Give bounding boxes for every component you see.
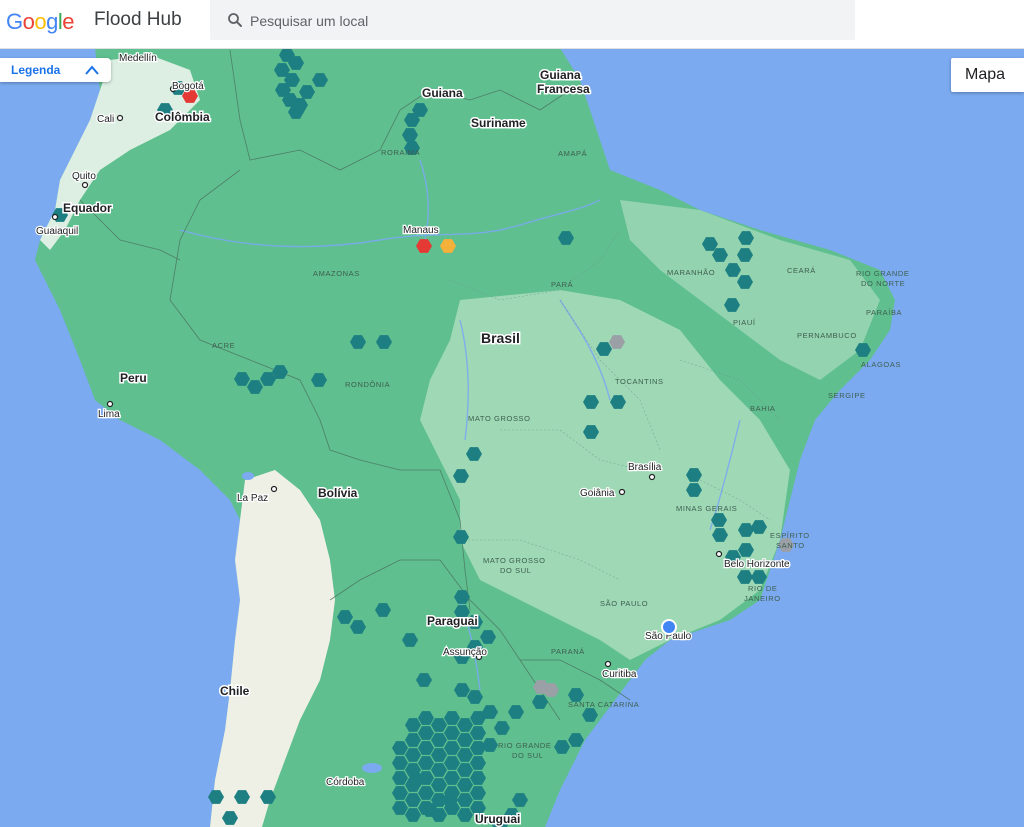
label-state-rs-1: RIO GRANDE xyxy=(498,741,552,750)
label-state-rn-2: DO NORTE xyxy=(861,279,905,288)
label-cordoba: Córdoba xyxy=(326,777,365,788)
google-logo[interactable]: Google xyxy=(6,9,75,35)
label-guaiaquil: Guaiaquil xyxy=(36,226,78,237)
logo-letter: g xyxy=(46,9,58,34)
label-state-amapa: AMAPÁ xyxy=(558,149,587,158)
search-box[interactable] xyxy=(210,0,855,40)
label-state-bahia: BAHIA xyxy=(750,404,776,413)
label-state-sergipe: SERGIPE xyxy=(828,391,866,400)
label-lima: Lima xyxy=(98,409,120,420)
label-state-paraiba: PARAÍBA xyxy=(866,308,902,317)
label-state-mato-grosso: MATO GROSSO xyxy=(468,414,531,423)
chevron-up-icon xyxy=(85,65,99,75)
label-quito: Quito xyxy=(72,171,96,182)
label-assuncao: Assunção xyxy=(443,647,487,658)
label-bolivia: Bolívia xyxy=(318,486,358,500)
label-colombia: Colômbia xyxy=(155,110,210,124)
label-cali: Cali xyxy=(97,114,114,125)
label-state-espirito-1: ESPÍRITO xyxy=(770,531,810,540)
label-state-alagoas: ALAGOAS xyxy=(861,360,901,369)
legend-label: Legenda xyxy=(11,63,61,77)
product-title: Flood Hub xyxy=(94,9,182,30)
label-la-paz: La Paz xyxy=(237,493,268,504)
label-state-rj-1: RIO DE xyxy=(748,584,777,593)
lake xyxy=(362,763,382,773)
top-bar: Google Flood Hub xyxy=(0,0,1024,49)
current-location-dot[interactable] xyxy=(661,619,677,635)
search-input[interactable] xyxy=(248,8,832,34)
label-guiana-francesa: Guiana xyxy=(540,68,581,82)
label-state-tocantins: TOCANTINS xyxy=(615,377,664,386)
label-suriname: Suriname xyxy=(471,116,526,130)
map-type-label: Mapa xyxy=(965,66,1006,83)
map-canvas[interactable]: Guiana Francesa Guiana Suriname Colômbia… xyxy=(0,48,1024,827)
label-state-rn-1: RIO GRANDE xyxy=(856,269,910,278)
label-brasil: Brasil xyxy=(481,330,520,346)
label-state-parana: PARANÁ xyxy=(551,647,585,656)
label-curitiba: Curitiba xyxy=(602,669,637,680)
label-state-minas-gerais: MINAS GERAIS xyxy=(676,504,737,513)
logo-letter: e xyxy=(62,9,75,34)
label-belo-horizonte: Belo Horizonte xyxy=(724,559,790,570)
label-goiania: Goiânia xyxy=(580,488,615,499)
label-paraguai: Paraguai xyxy=(427,614,478,628)
label-uruguai: Uruguai xyxy=(475,812,520,826)
label-state-acre: ACRE xyxy=(212,341,235,350)
flood-map[interactable]: Guiana Francesa Guiana Suriname Colômbia… xyxy=(0,48,1024,827)
label-state-rs-2: DO SUL xyxy=(512,751,544,760)
label-state-piaui: PIAUÍ xyxy=(733,318,756,327)
label-manaus: Manaus xyxy=(403,225,439,236)
legend-toggle-button[interactable]: Legenda xyxy=(0,58,111,82)
label-medellin: Medellín xyxy=(119,53,157,64)
label-guiana-francesa-2: Francesa xyxy=(537,82,590,96)
label-brasilia: Brasília xyxy=(628,462,662,473)
label-state-roraima: RORAIMA xyxy=(381,148,420,157)
search-icon xyxy=(228,13,242,27)
label-state-rondonia: RONDÔNIA xyxy=(345,380,390,389)
logo-letter: o xyxy=(34,9,47,34)
logo-letter: G xyxy=(6,9,23,34)
label-state-maranhao: MARANHÃO xyxy=(667,268,715,277)
label-state-pernambuco: PERNAMBUCO xyxy=(797,331,857,340)
label-state-sao-paulo: SÃO PAULO xyxy=(600,599,648,608)
label-state-ms-1: MATO GROSSO xyxy=(483,556,546,565)
label-state-ms-2: DO SUL xyxy=(500,566,532,575)
label-equador: Equador xyxy=(63,201,112,215)
label-state-ceara: CEARÁ xyxy=(787,266,816,275)
label-guiana: Guiana xyxy=(422,86,463,100)
label-state-rj-2: JANEIRO xyxy=(744,594,781,603)
label-state-amazonas: AMAZONAS xyxy=(313,269,360,278)
lake-titicaca xyxy=(242,472,254,480)
label-state-santa-catarina: SANTA CATARINA xyxy=(568,700,639,709)
logo-letter: o xyxy=(22,9,35,34)
map-type-button[interactable]: Mapa xyxy=(951,58,1024,92)
label-chile: Chile xyxy=(220,684,250,698)
label-state-para: PARÁ xyxy=(551,280,573,289)
label-state-espirito-2: SANTO xyxy=(776,541,805,550)
label-bogota: Bogotá xyxy=(172,81,204,92)
label-peru: Peru xyxy=(120,371,147,385)
